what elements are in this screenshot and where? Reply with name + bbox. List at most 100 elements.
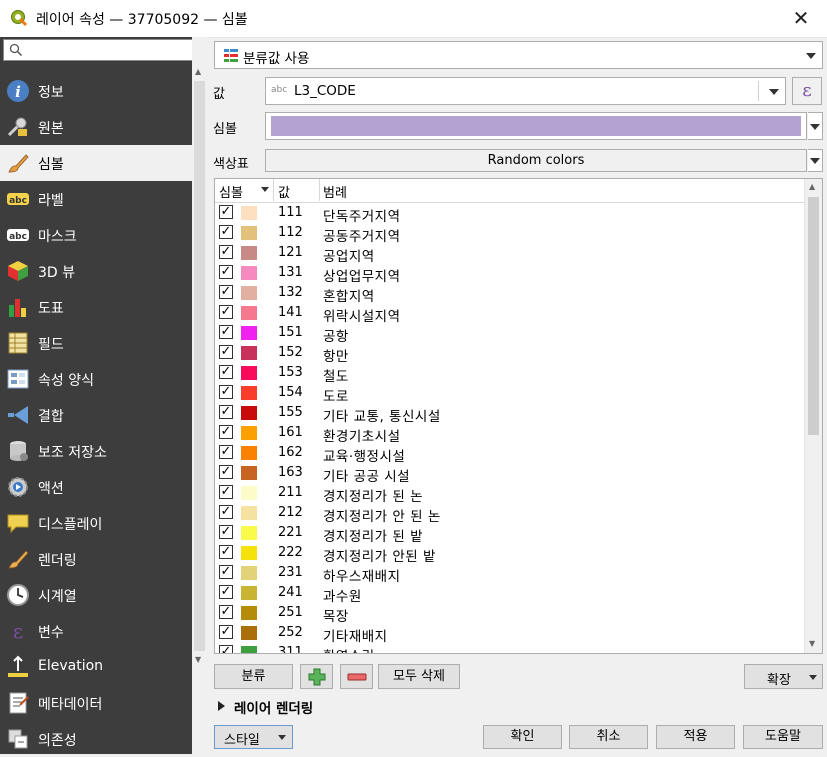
scrollbar-thumb[interactable] [194, 81, 205, 651]
sidebar-item-metadata[interactable]: 메타데이터 [0, 685, 192, 721]
table-row[interactable]: ✓ 141 위락시설지역 [215, 303, 806, 325]
symbol-dropdown-button[interactable] [808, 112, 823, 140]
table-row[interactable]: ✓ 161 환경기초시설 [215, 423, 806, 445]
class-symbol-swatch[interactable] [241, 366, 257, 380]
scroll-up-icon[interactable]: ▲ [809, 182, 815, 191]
class-visible-checkbox[interactable]: ✓ [219, 605, 233, 619]
class-symbol-swatch[interactable] [241, 606, 257, 620]
class-symbol-swatch[interactable] [241, 206, 257, 220]
class-symbol-swatch[interactable] [241, 646, 257, 653]
class-symbol-swatch[interactable] [241, 486, 257, 500]
class-symbol-swatch[interactable] [241, 566, 257, 580]
sidebar-item-source[interactable]: 원본 [0, 109, 192, 145]
sidebar-item-fields[interactable]: 필드 [0, 325, 192, 361]
class-visible-checkbox[interactable]: ✓ [219, 445, 233, 459]
sidebar-item-information[interactable]: i 정보 [0, 73, 192, 109]
class-symbol-swatch[interactable] [241, 306, 257, 320]
sidebar-item-dependencies[interactable]: 의존성 [0, 721, 192, 757]
scroll-down-icon[interactable]: ▼ [195, 655, 201, 664]
classes-table[interactable]: 심볼 값 범례 ✓ 111 단독주거지역 ✓ 112 공동주거지역 ✓ 121 공업지역 ✓ 131… [214, 178, 823, 654]
class-symbol-swatch[interactable] [241, 586, 257, 600]
class-visible-checkbox[interactable]: ✓ [219, 525, 233, 539]
class-visible-checkbox[interactable]: ✓ [219, 265, 233, 279]
sidebar-item-diagrams[interactable]: 도표 [0, 289, 192, 325]
class-visible-checkbox[interactable]: ✓ [219, 405, 233, 419]
symbol-button[interactable] [265, 112, 807, 140]
class-visible-checkbox[interactable]: ✓ [219, 485, 233, 499]
class-visible-checkbox[interactable]: ✓ [219, 645, 233, 653]
remove-class-button[interactable] [340, 664, 373, 689]
table-row[interactable]: ✓ 111 단독주거지역 [215, 203, 806, 225]
class-visible-checkbox[interactable]: ✓ [219, 325, 233, 339]
scroll-up-icon[interactable]: ▲ [195, 67, 201, 76]
class-symbol-swatch[interactable] [241, 326, 257, 340]
class-symbol-swatch[interactable] [241, 546, 257, 560]
class-visible-checkbox[interactable]: ✓ [219, 365, 233, 379]
delete-all-button[interactable]: 모두 삭제 [378, 664, 460, 689]
sidebar-item-symbology[interactable]: 심볼 [0, 145, 192, 181]
scrollbar-thumb[interactable] [808, 197, 819, 435]
header-symbol[interactable]: 심볼 [219, 182, 243, 201]
search-input[interactable] [3, 39, 206, 61]
table-row[interactable]: ✓ 212 경지정리가 안 된 논 [215, 503, 806, 525]
add-class-button[interactable] [300, 664, 333, 689]
sidebar-item-rendering[interactable]: 렌더링 [0, 541, 192, 577]
scroll-down-icon[interactable]: ▼ [809, 639, 815, 648]
color-ramp-dropdown-button[interactable] [808, 149, 823, 172]
sidebar-item-actions[interactable]: 액션 [0, 469, 192, 505]
sidebar-item-joins[interactable]: 결합 [0, 397, 192, 433]
class-visible-checkbox[interactable]: ✓ [219, 245, 233, 259]
apply-button[interactable]: 적용 [656, 725, 735, 749]
table-scrollbar[interactable]: ▲ ▼ [804, 179, 822, 653]
table-row[interactable]: ✓ 221 경지정리가 된 밭 [215, 523, 806, 545]
table-row[interactable]: ✓ 162 교육·행정시설 [215, 443, 806, 465]
close-icon[interactable]: ✕ [789, 6, 813, 30]
table-row[interactable]: ✓ 211 경지정리가 된 논 [215, 483, 806, 505]
class-visible-checkbox[interactable]: ✓ [219, 385, 233, 399]
advanced-button[interactable]: 확장 [744, 664, 823, 689]
sidebar-scrollbar[interactable]: ▲ ▼ [192, 37, 208, 754]
class-symbol-swatch[interactable] [241, 426, 257, 440]
header-value[interactable]: 값 [278, 182, 290, 201]
style-menu-button[interactable]: 스타일 [214, 725, 293, 749]
sidebar-item-labels[interactable]: abc 라벨 [0, 181, 192, 217]
table-row[interactable]: ✓ 153 철도 [215, 363, 806, 385]
class-visible-checkbox[interactable]: ✓ [219, 425, 233, 439]
class-visible-checkbox[interactable]: ✓ [219, 205, 233, 219]
class-visible-checkbox[interactable]: ✓ [219, 585, 233, 599]
classify-button[interactable]: 분류 [214, 664, 293, 689]
class-symbol-swatch[interactable] [241, 526, 257, 540]
class-symbol-swatch[interactable] [241, 626, 257, 640]
table-row[interactable]: ✓ 151 공항 [215, 323, 806, 345]
class-symbol-swatch[interactable] [241, 386, 257, 400]
expression-button[interactable]: ε [792, 77, 822, 105]
table-row[interactable]: ✓ 112 공동주거지역 [215, 223, 806, 245]
class-visible-checkbox[interactable]: ✓ [219, 465, 233, 479]
sidebar-item-attributes-form[interactable]: 속성 양식 [0, 361, 192, 397]
sidebar-item-3d-view[interactable]: 3D 뷰 [0, 253, 192, 289]
class-visible-checkbox[interactable]: ✓ [219, 565, 233, 579]
sidebar-item-elevation[interactable]: Elevation [0, 649, 192, 685]
table-row[interactable]: ✓ 241 과수원 [215, 583, 806, 605]
sidebar-item-variables[interactable]: ε 변수 [0, 613, 192, 649]
table-row[interactable]: ✓ 132 혼합지역 [215, 283, 806, 305]
help-button[interactable]: 도움말 [743, 725, 823, 749]
value-field-select[interactable]: abc L3_CODE [265, 77, 786, 105]
class-visible-checkbox[interactable]: ✓ [219, 285, 233, 299]
table-row[interactable]: ✓ 131 상업업무지역 [215, 263, 806, 285]
class-visible-checkbox[interactable]: ✓ [219, 305, 233, 319]
class-visible-checkbox[interactable]: ✓ [219, 225, 233, 239]
color-ramp-button[interactable]: Random colors [265, 149, 807, 172]
class-symbol-swatch[interactable] [241, 346, 257, 360]
class-symbol-swatch[interactable] [241, 226, 257, 240]
table-row[interactable]: ✓ 222 경지정리가 안된 밭 [215, 543, 806, 565]
class-symbol-swatch[interactable] [241, 266, 257, 280]
class-symbol-swatch[interactable] [241, 446, 257, 460]
table-row[interactable]: ✓ 231 하우스재배지 [215, 563, 806, 585]
table-row[interactable]: ✓ 311 활엽수림 [215, 643, 806, 653]
sidebar-item-masks[interactable]: abc 마스크 [0, 217, 192, 253]
header-legend[interactable]: 범례 [323, 182, 347, 201]
class-visible-checkbox[interactable]: ✓ [219, 505, 233, 519]
cancel-button[interactable]: 취소 [569, 725, 648, 749]
class-symbol-swatch[interactable] [241, 466, 257, 480]
